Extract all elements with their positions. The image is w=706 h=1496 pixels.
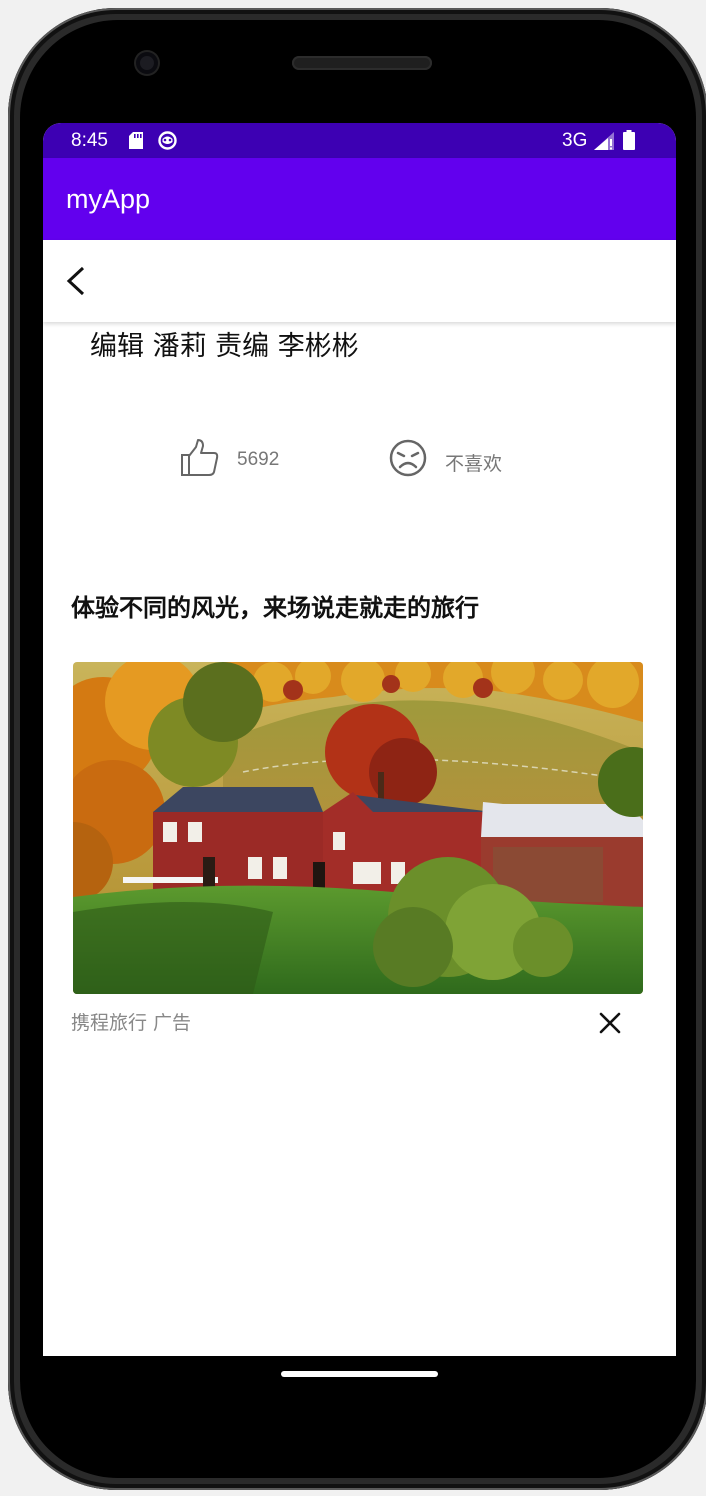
ad-image[interactable] xyxy=(73,662,643,994)
toolbar xyxy=(43,240,676,322)
home-indicator[interactable] xyxy=(281,1371,438,1377)
ad-headline[interactable]: 体验不同的风光，来场说走就走的旅行 xyxy=(71,588,479,623)
sd-card-icon xyxy=(129,132,143,149)
chevron-left-icon[interactable] xyxy=(63,264,89,298)
article-content: 编辑 潘莉 责编 李彬彬 5692 不喜欢 体验不同的风光，来场说走就走的旅行 xyxy=(43,322,676,1356)
dislike-button[interactable]: 不喜欢 xyxy=(388,438,518,482)
ad-source-label: 携程旅行 广告 xyxy=(71,1012,192,1034)
screen: 8:45 3G myApp 编辑 潘莉 责编 李彬彬 5692 不喜欢 体验不同… xyxy=(43,123,676,1356)
thumbs-up-icon xyxy=(181,439,219,476)
close-icon[interactable] xyxy=(599,1012,621,1034)
like-count: 5692 xyxy=(237,449,280,470)
app-title: myApp xyxy=(66,184,151,214)
earpiece-speaker xyxy=(292,56,432,70)
signal-icon xyxy=(594,132,614,150)
battery-icon xyxy=(623,130,635,150)
network-type: 3G xyxy=(562,130,588,151)
dislike-label: 不喜欢 xyxy=(445,453,503,475)
front-camera xyxy=(136,52,158,74)
landscape-photo xyxy=(73,662,643,994)
status-time: 8:45 xyxy=(71,130,108,151)
status-bar: 8:45 3G xyxy=(43,123,676,158)
editor-credit: 编辑 潘莉 责编 李彬彬 xyxy=(90,331,359,362)
app-bar: myApp xyxy=(43,158,676,240)
vpn-icon xyxy=(158,131,177,150)
sad-face-icon xyxy=(389,439,427,477)
